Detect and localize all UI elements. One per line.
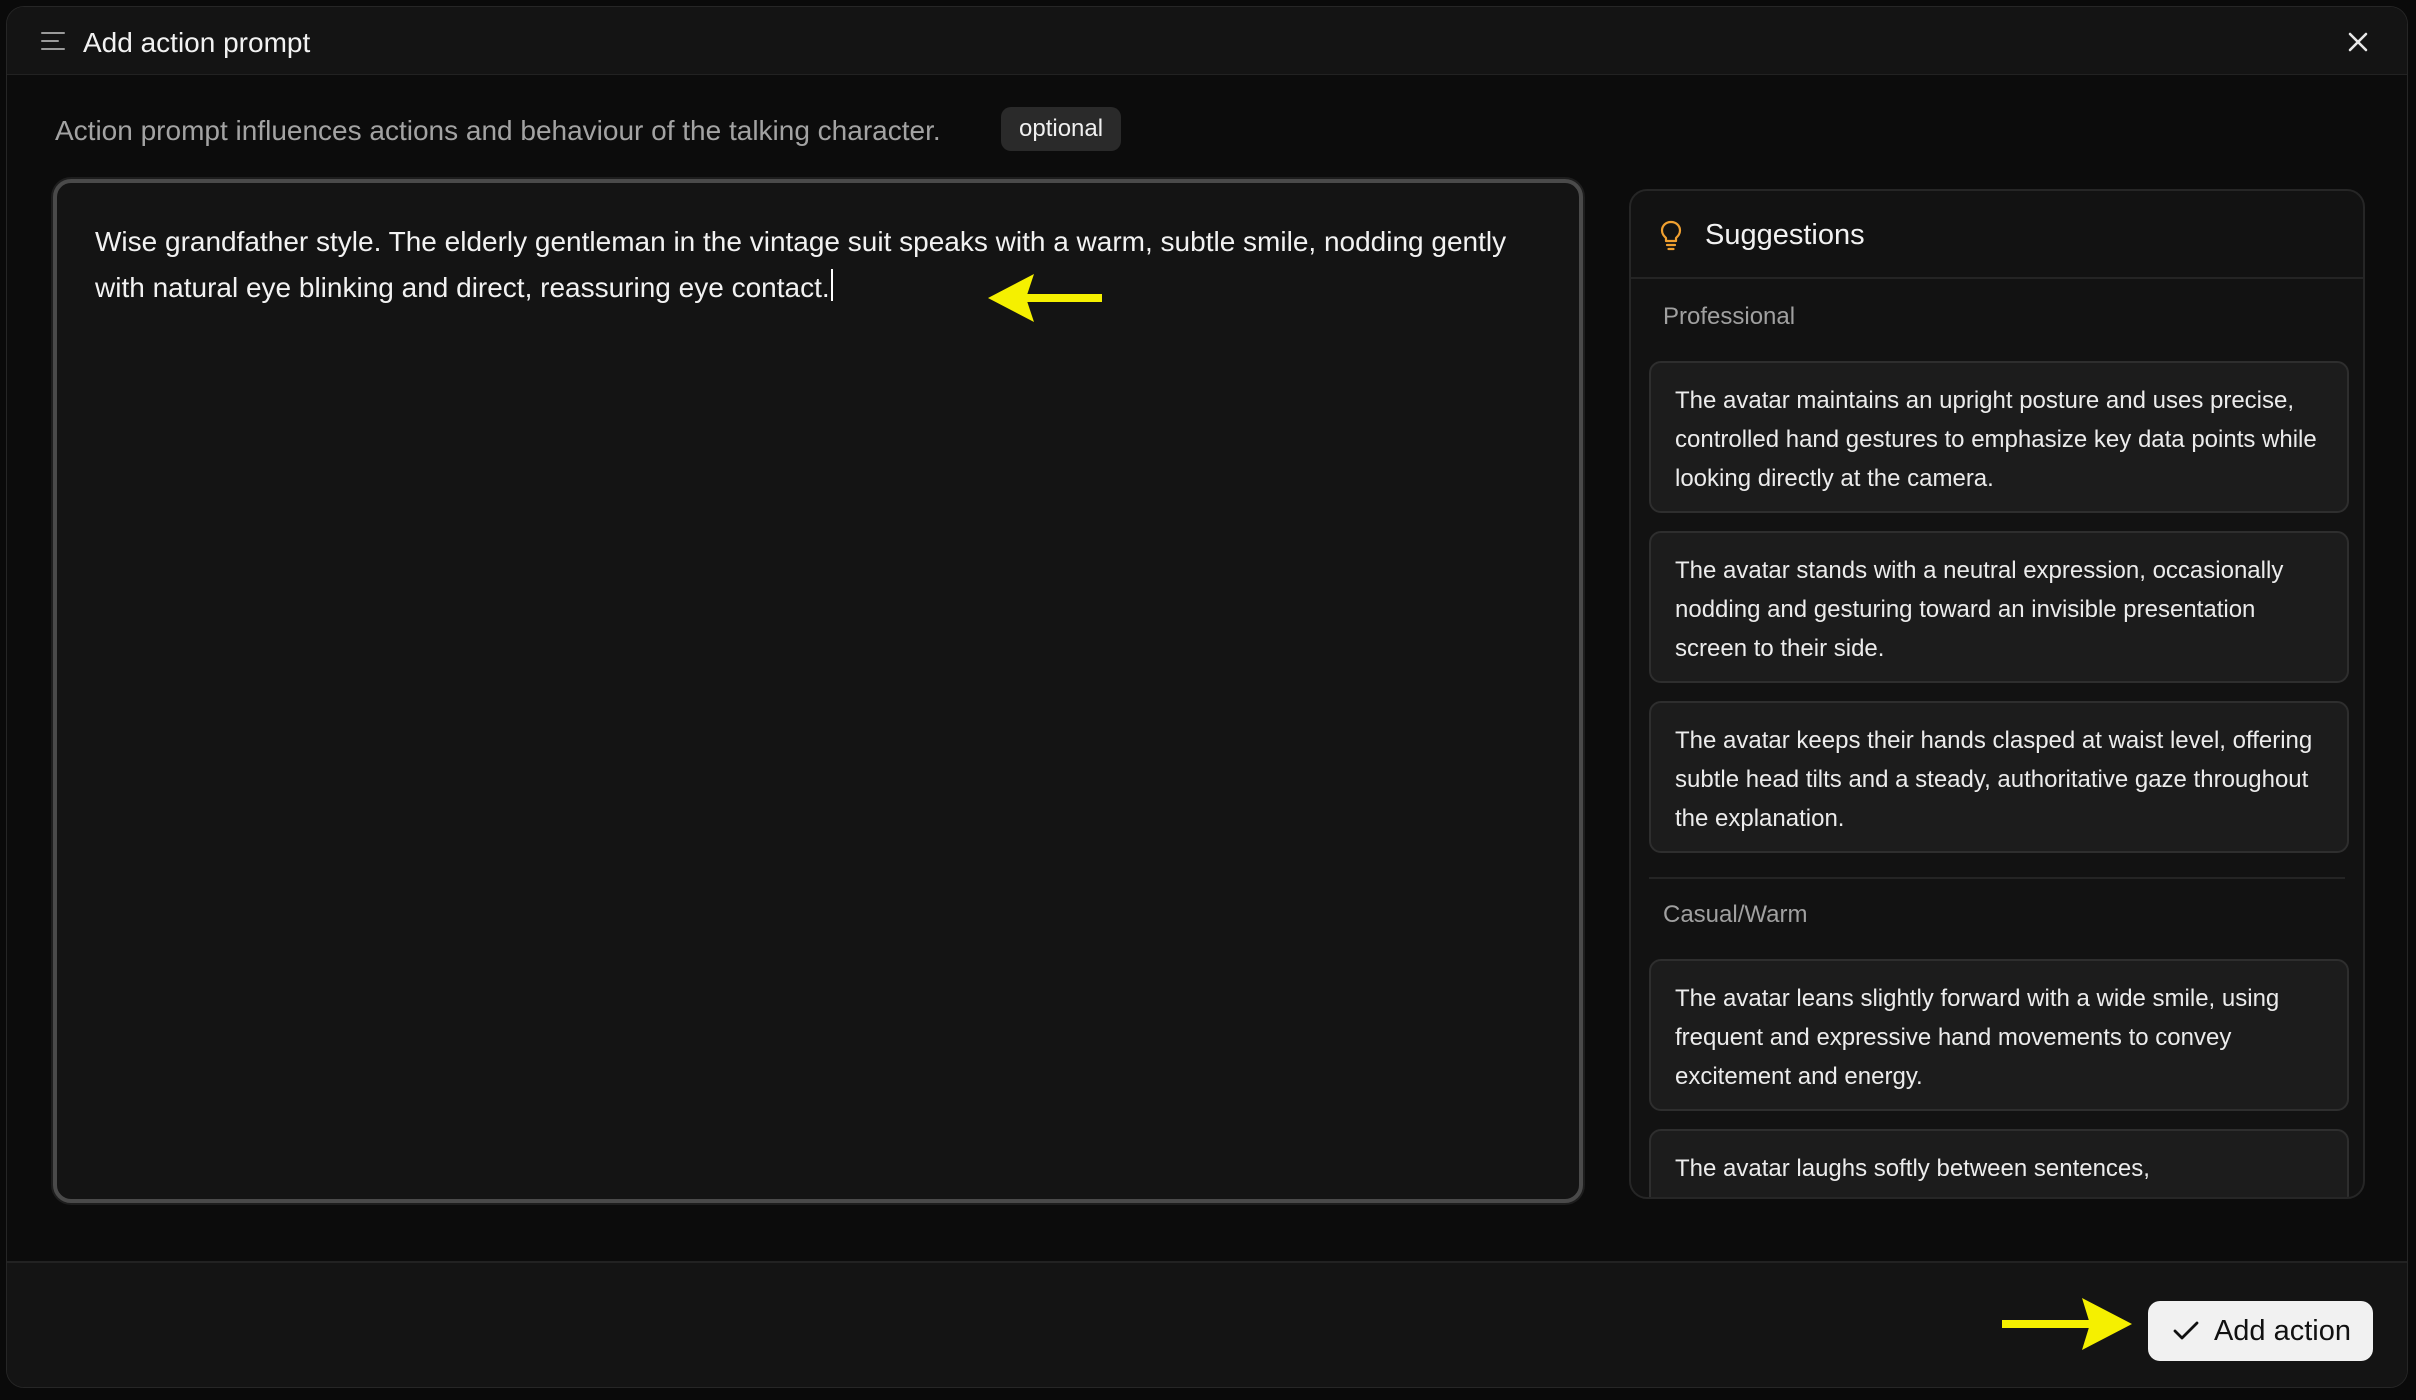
group-label-casual-warm: Casual/Warm [1663, 901, 1808, 928]
suggestion-card[interactable]: The avatar maintains an upright posture … [1649, 361, 2349, 513]
close-icon[interactable] [2343, 27, 2373, 57]
add-action-prompt-dialog: Add action prompt Action prompt influenc… [6, 6, 2408, 1388]
suggestions-list[interactable]: Professional The avatar maintains an upr… [1631, 279, 2363, 1197]
suggestion-card[interactable]: The avatar leans slightly forward with a… [1649, 959, 2349, 1111]
add-action-label: Add action [2213, 1315, 2351, 1347]
dialog-title: Add action prompt [83, 27, 311, 58]
annotation-arrow-icon [988, 274, 1102, 322]
suggestion-card[interactable]: The avatar laughs softly between sentenc… [1649, 1129, 2349, 1197]
action-prompt-text: Wise grandfather style. The elderly gent… [95, 226, 1507, 303]
suggestion-card[interactable]: The avatar stands with a neutral express… [1649, 531, 2349, 683]
text-caret [830, 269, 833, 301]
action-prompt-textarea[interactable]: Wise grandfather style. The elderly gent… [53, 179, 1583, 1203]
dialog-header: Add action prompt [7, 7, 2407, 75]
suggestions-header: Suggestions [1631, 191, 2363, 279]
add-action-button[interactable]: Add action [2147, 1301, 2373, 1361]
group-label-professional: Professional [1663, 303, 1796, 330]
lightbulb-icon [1660, 220, 1682, 251]
group-divider [1649, 877, 2345, 879]
menu-icon[interactable] [41, 29, 67, 53]
prompt-description: Action prompt influences actions and beh… [55, 115, 941, 146]
suggestion-card[interactable]: The avatar keeps their hands clasped at … [1649, 701, 2349, 853]
check-icon [2173, 1321, 2199, 1340]
suggestions-panel: Suggestions Professional The avatar main… [1629, 189, 2365, 1199]
annotation-arrow-icon [2002, 1298, 2132, 1350]
suggestions-title: Suggestions [1705, 219, 1865, 251]
optional-badge: optional [1001, 107, 1122, 151]
